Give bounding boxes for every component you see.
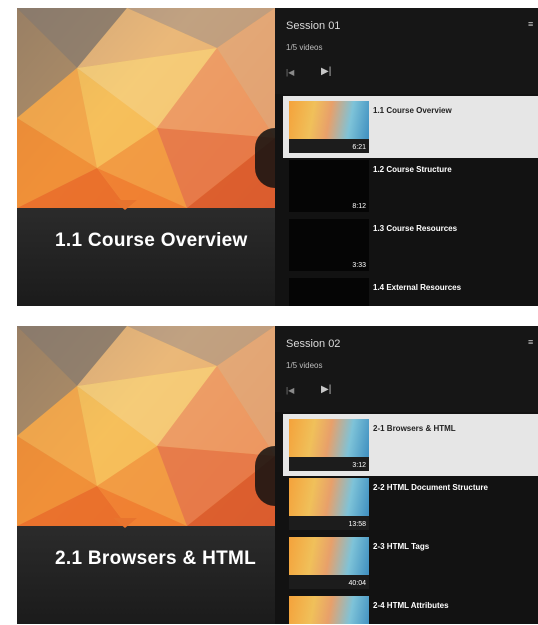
playlist-panel: Session 01 1/5 videos |◀ ▶| ≡ 6:21 1.1 Course …: [275, 8, 538, 306]
skip-next-icon[interactable]: ▶|: [321, 384, 331, 395]
video-thumbnail: 3:33: [289, 219, 369, 271]
playlist-menu-icon[interactable]: ≡: [528, 338, 536, 347]
session-title: Session 02: [286, 338, 341, 350]
playlist-header: Session 02 1/5 videos |◀ ▶| ≡: [275, 326, 538, 412]
video-title-bar: [17, 526, 275, 624]
play-overlay-icon[interactable]: [255, 128, 275, 188]
skip-next-icon[interactable]: ▶|: [321, 66, 331, 77]
video-thumbnail: 8:12: [289, 160, 369, 212]
playlist-menu-icon[interactable]: ≡: [528, 20, 536, 29]
thumbnail-image: [289, 101, 369, 139]
video-thumbnail: 40:04: [289, 537, 369, 589]
video-area[interactable]: 1.1 Course Overview: [17, 8, 275, 306]
video-title: 2.1 Browsers & HTML: [55, 548, 257, 569]
video-title: 1.1 Course Overview: [55, 230, 248, 251]
playlist-item-label: 1.1 Course Overview: [373, 106, 452, 115]
video-thumbnail: 3:12: [289, 419, 369, 471]
video-thumbnail: 13:58: [289, 478, 369, 530]
video-title-bar: [17, 208, 275, 306]
video-player: 1.1 Course Overview Session 01 1/5 videos |…: [17, 8, 538, 306]
skip-previous-icon[interactable]: |◀: [286, 68, 294, 77]
video-count: 1/5 videos: [286, 43, 323, 52]
playlist-panel: Session 02 1/5 videos |◀ ▶| ≡ 3:12 2-1 Browser…: [275, 326, 538, 624]
thumbnail-image: [289, 596, 369, 624]
thumbnail-image: [289, 419, 369, 457]
playlist-item[interactable]: 3:12 2-1 Browsers & HTML: [283, 414, 538, 476]
playlist-item-label: 2-4 HTML Attributes: [373, 601, 449, 610]
video-duration: 6:21: [352, 144, 366, 151]
playlist-item[interactable]: 1.4 External Resources: [283, 273, 538, 306]
playlist-item-label: 2-1 Browsers & HTML: [373, 424, 456, 433]
playlist-item[interactable]: 13:58 2-2 HTML Document Structure: [283, 473, 538, 535]
thumbnail-image: [289, 537, 369, 575]
video-duration: 40:04: [348, 580, 366, 587]
skip-previous-icon[interactable]: |◀: [286, 386, 294, 395]
playlist-item-label: 1.3 Course Resources: [373, 224, 458, 233]
playlist-item[interactable]: 6:21 1.1 Course Overview: [283, 96, 538, 158]
playlist-item-label: 2-2 HTML Document Structure: [373, 483, 488, 492]
playlist-item[interactable]: 2-4 HTML Attributes: [283, 591, 538, 624]
playlist-item[interactable]: 40:04 2-3 HTML Tags: [283, 532, 538, 594]
video-duration: 8:12: [352, 203, 366, 210]
title-notch: [113, 200, 137, 210]
video-thumbnail: [289, 278, 369, 306]
thumbnail-image: [289, 478, 369, 516]
play-overlay-icon[interactable]: [255, 446, 275, 506]
video-duration: 3:33: [352, 262, 366, 269]
video-area[interactable]: 2.1 Browsers & HTML: [17, 326, 275, 624]
video-count: 1/5 videos: [286, 361, 323, 370]
video-duration: 13:58: [348, 521, 366, 528]
session-title: Session 01: [286, 20, 341, 32]
video-duration: 3:12: [352, 462, 366, 469]
playlist-header: Session 01 1/5 videos |◀ ▶| ≡: [275, 8, 538, 94]
title-notch: [113, 518, 137, 528]
playlist-item-label: 2-3 HTML Tags: [373, 542, 430, 551]
playlist-item[interactable]: 8:12 1.2 Course Structure: [283, 155, 538, 217]
playlist-item[interactable]: 3:33 1.3 Course Resources: [283, 214, 538, 276]
video-player: 2.1 Browsers & HTML Session 02 1/5 videos |…: [17, 326, 538, 624]
playlist-item-label: 1.2 Course Structure: [373, 165, 452, 174]
video-thumbnail: 6:21: [289, 101, 369, 153]
video-thumbnail: [289, 596, 369, 624]
playlist-item-label: 1.4 External Resources: [373, 283, 462, 292]
